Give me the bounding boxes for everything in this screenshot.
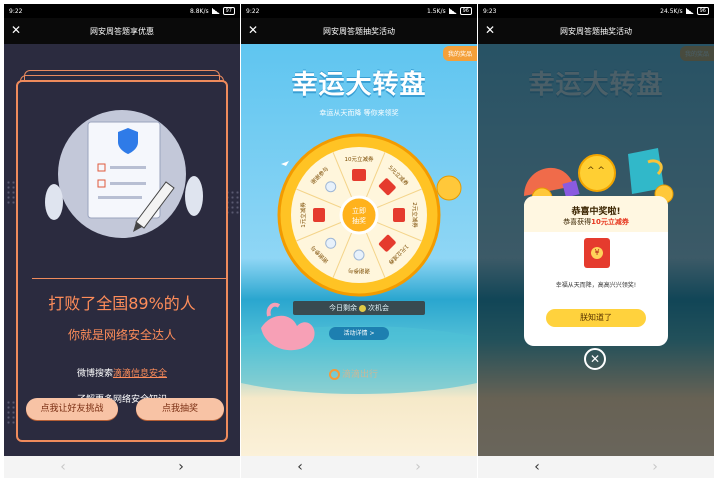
red-envelope-icon [393,208,405,222]
didi-logo-icon [329,369,340,380]
thanks-icon [353,249,365,261]
remaining-chances-bar: 今日剩余 次机会 [293,301,425,315]
challenge-friend-button[interactable]: 点我让好友挑战 [26,398,118,420]
prize-line: 恭喜获得10元立减券 [563,218,629,226]
signal-icon [211,8,220,14]
page-title: 网安周答题抽奖活动 [323,26,395,36]
battery-icon: 96 [696,7,709,15]
didi-brand-logo: 滴滴出行 [329,367,378,380]
document-illustration [45,110,203,238]
status-time: 9:22 [9,7,23,15]
activity-details-button[interactable]: 活动详情 > [329,327,389,340]
prize-content: 幸运大转盘 我的奖品 恭喜中奖啦! 恭喜获得10元立减券 幸福从天而降，高高兴兴… [478,44,714,456]
lucky-wheel[interactable]: 10元立减券5元立减券2元立减券1元立减券谢谢参与谢谢参与1元立减券谢谢参与 立… [276,132,442,298]
weibo-search-text: 微博搜索滴滴信息安全 [76,369,168,379]
title-bar: ✕ 网安周答题享优惠 [4,18,240,44]
prize-modal: 恭喜中奖啦! 恭喜获得10元立减券 幸福从天而降，高高兴兴领奖! 朕知道了 [524,196,668,346]
prize-note: 幸福从天而降，高高兴兴领奖! [555,282,637,289]
red-envelope-icon [584,238,610,268]
back-button[interactable]: ‹ [280,459,320,475]
wheel-segment-label: 谢谢参与 [348,267,370,275]
browser-nav-bar: ‹ › [241,456,477,478]
forward-button[interactable]: › [635,459,675,475]
title-bar: ✕ 网安周答题抽奖活动 [241,18,477,44]
close-icon[interactable]: ✕ [9,23,23,37]
battery-icon: 96 [459,7,472,15]
back-button[interactable]: ‹ [517,459,557,475]
red-envelope-icon [352,169,366,181]
status-bar: 9:23 24.5K/s 96 [478,4,714,18]
wheel-segment-label: 1元立减券 [299,202,307,228]
back-button[interactable]: ‹ [43,459,83,475]
divider [32,278,228,279]
network-speed: 1.5K/s [427,7,446,15]
signal-icon [685,8,694,14]
title-bar: ✕ 网安周答题抽奖活动 [478,18,714,44]
result-subline: 你就是网络安全达人 [67,328,176,342]
chance-count-dot [359,304,366,312]
forward-button[interactable]: › [398,459,438,475]
browser-nav-bar: ‹ › [4,456,240,478]
status-bar: 9:22 8.8K/s 97 [4,4,240,18]
laughing-emoji-icon [578,154,616,192]
close-icon[interactable]: ✕ [483,23,497,37]
page-title: 网安周答题享优惠 [90,26,154,36]
acknowledge-button[interactable]: 朕知道了 [546,309,646,327]
network-speed: 8.8K/s [190,7,209,15]
close-modal-icon[interactable]: ✕ [584,348,606,370]
weibo-link[interactable]: 滴滴信息安全 [113,369,167,379]
status-time: 9:22 [246,7,260,15]
wheel-segment-label: 10元立减券 [345,155,374,163]
status-time: 9:23 [483,7,497,15]
phone-screen-result: 9:22 8.8K/s 97 ✕ 网安周答题享优惠 打败了全国89%的人 你就是… [4,4,240,478]
screenshot-collage: 9:22 8.8K/s 97 ✕ 网安周答题享优惠 打败了全国89%的人 你就是… [0,0,718,480]
browser-nav-bar: ‹ › [478,456,714,478]
phone-screen-prize: 9:23 24.5K/s 96 ✕ 网安周答题抽奖活动 幸运大转盘 我的奖品 [478,4,714,478]
wheel-content: 我的奖品 幸运大转盘 幸运从天而降 等你来领奖 10元立减券 5元立减券 2元立减券… [241,44,477,456]
draw-button[interactable]: 点我抽奖 [136,398,224,420]
red-envelope-icon [313,208,325,222]
signal-icon [448,8,457,14]
result-card: 打败了全国89%的人 你就是网络安全达人 微博搜索滴滴信息安全 了解更多网络安全… [16,80,228,442]
svg-text:抽奖: 抽奖 [352,216,366,225]
battery-icon: 97 [222,7,235,15]
congrats-title: 恭喜中奖啦! [571,207,621,217]
page-title: 网安周答题抽奖活动 [560,26,632,36]
forward-button[interactable]: › [161,459,201,475]
wheel-segment-label: 2元立减券 [411,202,419,228]
result-content: 打败了全国89%的人 你就是网络安全达人 微博搜索滴滴信息安全 了解更多网络安全… [4,44,240,456]
network-speed: 24.5K/s [660,7,683,15]
close-icon[interactable]: ✕ [246,23,260,37]
status-bar: 9:22 1.5K/s 96 [241,4,477,18]
result-headline: 打败了全国89%的人 [48,294,196,313]
svg-text:立即: 立即 [352,206,366,215]
phone-screen-wheel: 9:22 1.5K/s 96 ✕ 网安周答题抽奖活动 我的奖品 幸运大转盘 幸运… [241,4,477,478]
prize-name: 10元立减券 [591,218,629,226]
